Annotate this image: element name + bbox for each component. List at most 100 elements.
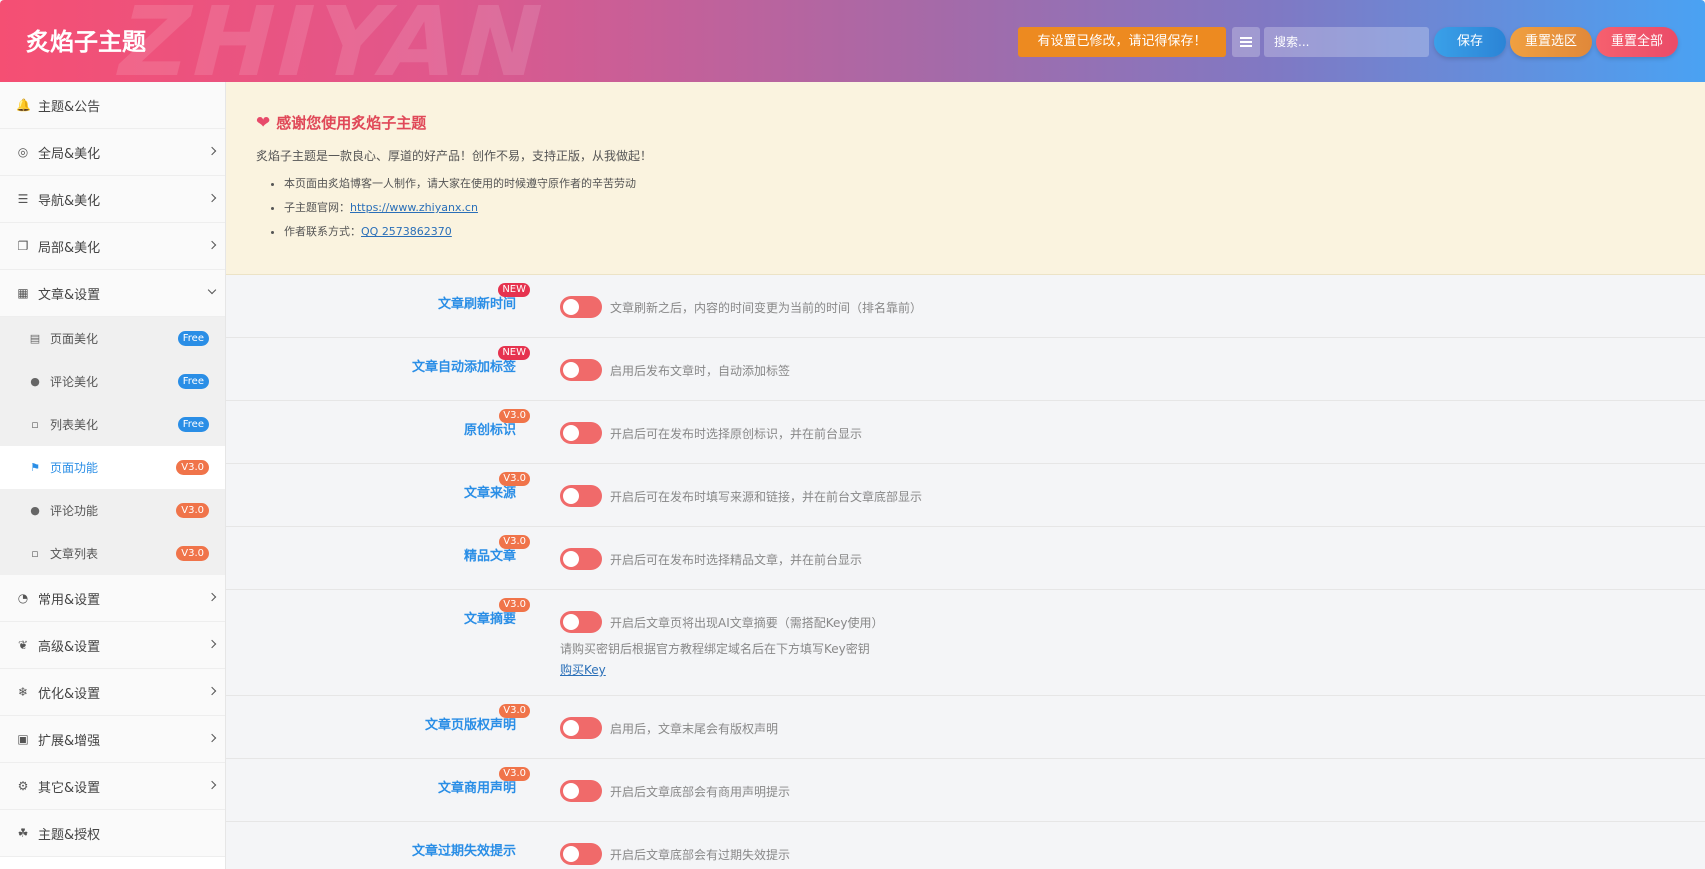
reset-section-button[interactable]: 重置选区 xyxy=(1510,27,1592,57)
sidebar-item-label: 优化&设置 xyxy=(38,686,101,702)
sidebar-sub-label: 页面美化 xyxy=(50,332,99,346)
setting-row-featured: 精品文章 V3.0 开启后可在发布时选择精品文章，并在前台显示 xyxy=(226,527,1705,590)
toggle-switch[interactable] xyxy=(560,422,602,444)
newspaper-icon: ▤ xyxy=(29,332,41,345)
sidebar-item-label: 主题&公告 xyxy=(38,99,101,115)
reset-all-button[interactable]: 重置全部 xyxy=(1596,27,1678,57)
chevron-right-icon xyxy=(207,780,217,790)
notice-subtitle: 炙焰子主题是一款良心、厚道的好产品！创作不易，支持正版，从我做起！ xyxy=(256,149,653,163)
setting-label: 文章摘要 V3.0 xyxy=(463,598,530,627)
setting-row-auto-tags: 文章自动添加标签 NEW 启用后发布文章时，自动添加标签 xyxy=(226,338,1705,401)
setting-label-text: 文章自动添加标签 xyxy=(411,360,516,375)
sidebar-sub-list-beautify[interactable]: ▫ 列表美化 Free xyxy=(0,403,225,446)
setting-label-text: 文章刷新时间 xyxy=(437,297,516,312)
free-badge: Free xyxy=(177,417,209,432)
comments-icon: ● xyxy=(30,504,40,517)
sidebar-item-label: 文章&设置 xyxy=(38,287,101,303)
sidebar-sub-page-beautify[interactable]: ▤ 页面美化 Free xyxy=(0,317,225,360)
setting-label: 文章来源 V3.0 xyxy=(464,472,530,501)
sidebar-item-common[interactable]: ◔ 常用&设置 xyxy=(0,575,225,622)
setting-description: 启用后发布文章时，自动添加标签 xyxy=(610,364,791,378)
notice-line-prefix: 子主题官网： xyxy=(284,201,350,214)
setting-extra-text: 请购买密钥后根据官方教程绑定域名后在下方填写Key密钥 xyxy=(560,642,870,656)
list-icon: ☰ xyxy=(17,192,29,206)
sidebar: 🔔 主题&公告 ◎ 全局&美化 ☰ 导航&美化 ❐ 局部&美化 ▦ 文章&设置 … xyxy=(0,82,226,869)
notice-list: 本页面由炙焰博客一人制作，请大家在使用的时候遵守原作者的辛苦劳动 子主题官网：h… xyxy=(284,176,1705,240)
expand-toggle-button[interactable] xyxy=(1232,27,1260,57)
website-link[interactable]: https://www.zhiyanx.cn xyxy=(350,201,478,214)
puzzle-icon: ▣ xyxy=(17,732,29,746)
toggle-switch[interactable] xyxy=(560,548,602,570)
notice-line: 本页面由炙焰博客一人制作，请大家在使用的时候遵守原作者的辛苦劳动 xyxy=(284,176,1705,192)
sidebar-sub-label: 列表美化 xyxy=(50,418,99,432)
setting-row-commercial: 文章商用声明 V3.0 开启后文章底部会有商用声明提示 xyxy=(226,759,1705,822)
sidebar-item-article[interactable]: ▦ 文章&设置 xyxy=(0,270,225,317)
target-icon: ◎ xyxy=(17,145,29,159)
copy-icon: ❐ xyxy=(17,239,29,253)
setting-label-text: 文章商用声明 xyxy=(437,781,516,796)
setting-label-text: 精品文章 xyxy=(463,549,516,564)
sidebar-item-label: 高级&设置 xyxy=(38,639,101,655)
buy-key-link[interactable]: 购买Key xyxy=(560,661,870,678)
setting-row-summary: 文章摘要 V3.0 开启后文章页将出现AI文章摘要（需搭配Key使用） 请购买密钥… xyxy=(226,590,1705,696)
chevron-right-icon xyxy=(207,639,217,649)
chevron-right-icon xyxy=(207,146,217,156)
sidebar-item-label: 导航&美化 xyxy=(38,193,101,209)
sidebar-item-global[interactable]: ◎ 全局&美化 xyxy=(0,129,225,176)
version-tag: V3.0 xyxy=(499,472,530,486)
setting-description: 开启后可在发布时填写来源和链接，并在前台文章底部显示 xyxy=(610,490,923,504)
free-badge: Free xyxy=(177,331,209,346)
setting-label-text: 文章摘要 xyxy=(463,612,516,627)
sidebar-item-nav[interactable]: ☰ 导航&美化 xyxy=(0,176,225,223)
setting-description: 启用后，文章末尾会有版权声明 xyxy=(610,722,779,736)
setting-label-text: 原创标识 xyxy=(463,423,516,438)
sidebar-sub-comment-beautify[interactable]: ● 评论美化 Free xyxy=(0,360,225,403)
toggle-switch[interactable] xyxy=(560,780,602,802)
sidebar-item-advanced[interactable]: ❦ 高级&设置 xyxy=(0,622,225,669)
pie-icon: ◔ xyxy=(17,591,29,605)
unsaved-notice: 有设置已修改，请记得保存！ xyxy=(1018,27,1226,57)
toggle-switch[interactable] xyxy=(560,611,602,633)
chevron-right-icon xyxy=(207,240,217,250)
main-content: ❤ 感谢您使用炙焰子主题 炙焰子主题是一款良心、厚道的好产品！创作不易，支持正版… xyxy=(226,82,1705,869)
toggle-switch[interactable] xyxy=(560,296,602,318)
version-tag: V3.0 xyxy=(499,704,530,718)
sidebar-sub-page-function[interactable]: ⚑ 页面功能 V3.0 xyxy=(0,446,225,489)
contact-link[interactable]: QQ 2573862370 xyxy=(361,225,452,238)
comments-icon: ● xyxy=(30,375,40,388)
toggle-switch[interactable] xyxy=(560,485,602,507)
setting-label: 原创标识 V3.0 xyxy=(463,409,530,438)
header-watermark: ZHIYAN xyxy=(106,0,559,82)
sidebar-item-partial[interactable]: ❐ 局部&美化 xyxy=(0,223,225,270)
notice-line-prefix: 作者联系方式： xyxy=(284,225,361,238)
setting-label-text: 文章过期失效提示 xyxy=(411,844,516,859)
version-badge: V3.0 xyxy=(176,460,209,475)
sidebar-sub-label: 页面功能 xyxy=(50,461,99,475)
search-input[interactable] xyxy=(1264,27,1429,57)
sidebar-sub-article-list[interactable]: ▫ 文章列表 V3.0 xyxy=(0,532,225,575)
sidebar-item-theme-notice[interactable]: 🔔 主题&公告 xyxy=(0,82,225,129)
toggle-switch[interactable] xyxy=(560,717,602,739)
save-button[interactable]: 保存 xyxy=(1434,27,1506,57)
notice-line: 作者联系方式：QQ 2573862370 xyxy=(284,224,1705,240)
toggle-switch[interactable] xyxy=(560,843,602,865)
brand-title: 炙焰子主题 xyxy=(26,28,146,56)
setting-label: 文章自动添加标签 NEW xyxy=(411,346,530,375)
sidebar-item-label: 扩展&增强 xyxy=(38,733,101,749)
toggle-switch[interactable] xyxy=(560,359,602,381)
sidebar-sub-comment-function[interactable]: ● 评论功能 V3.0 xyxy=(0,489,225,532)
sidebar-item-label: 全局&美化 xyxy=(38,146,101,162)
version-tag: V3.0 xyxy=(499,767,530,781)
setting-row-expiry: 文章过期失效提示 开启后文章底部会有过期失效提示 xyxy=(226,822,1705,869)
sidebar-item-license[interactable]: ☘ 主题&授权 xyxy=(0,810,225,857)
setting-description: 开启后文章底部会有商用声明提示 xyxy=(610,785,791,799)
sidebar-item-optimize[interactable]: ❄ 优化&设置 xyxy=(0,669,225,716)
sidebar-sub-label: 评论功能 xyxy=(50,504,99,518)
sidebar-item-extend[interactable]: ▣ 扩展&增强 xyxy=(0,716,225,763)
sidebar-item-other[interactable]: ⚙ 其它&设置 xyxy=(0,763,225,810)
snowflake-icon: ❄ xyxy=(17,685,29,699)
bell-icon: 🔔 xyxy=(16,98,31,112)
sidebar-item-label: 主题&授权 xyxy=(38,827,101,843)
chevron-down-icon xyxy=(207,285,217,295)
menu-icon xyxy=(1240,41,1252,43)
